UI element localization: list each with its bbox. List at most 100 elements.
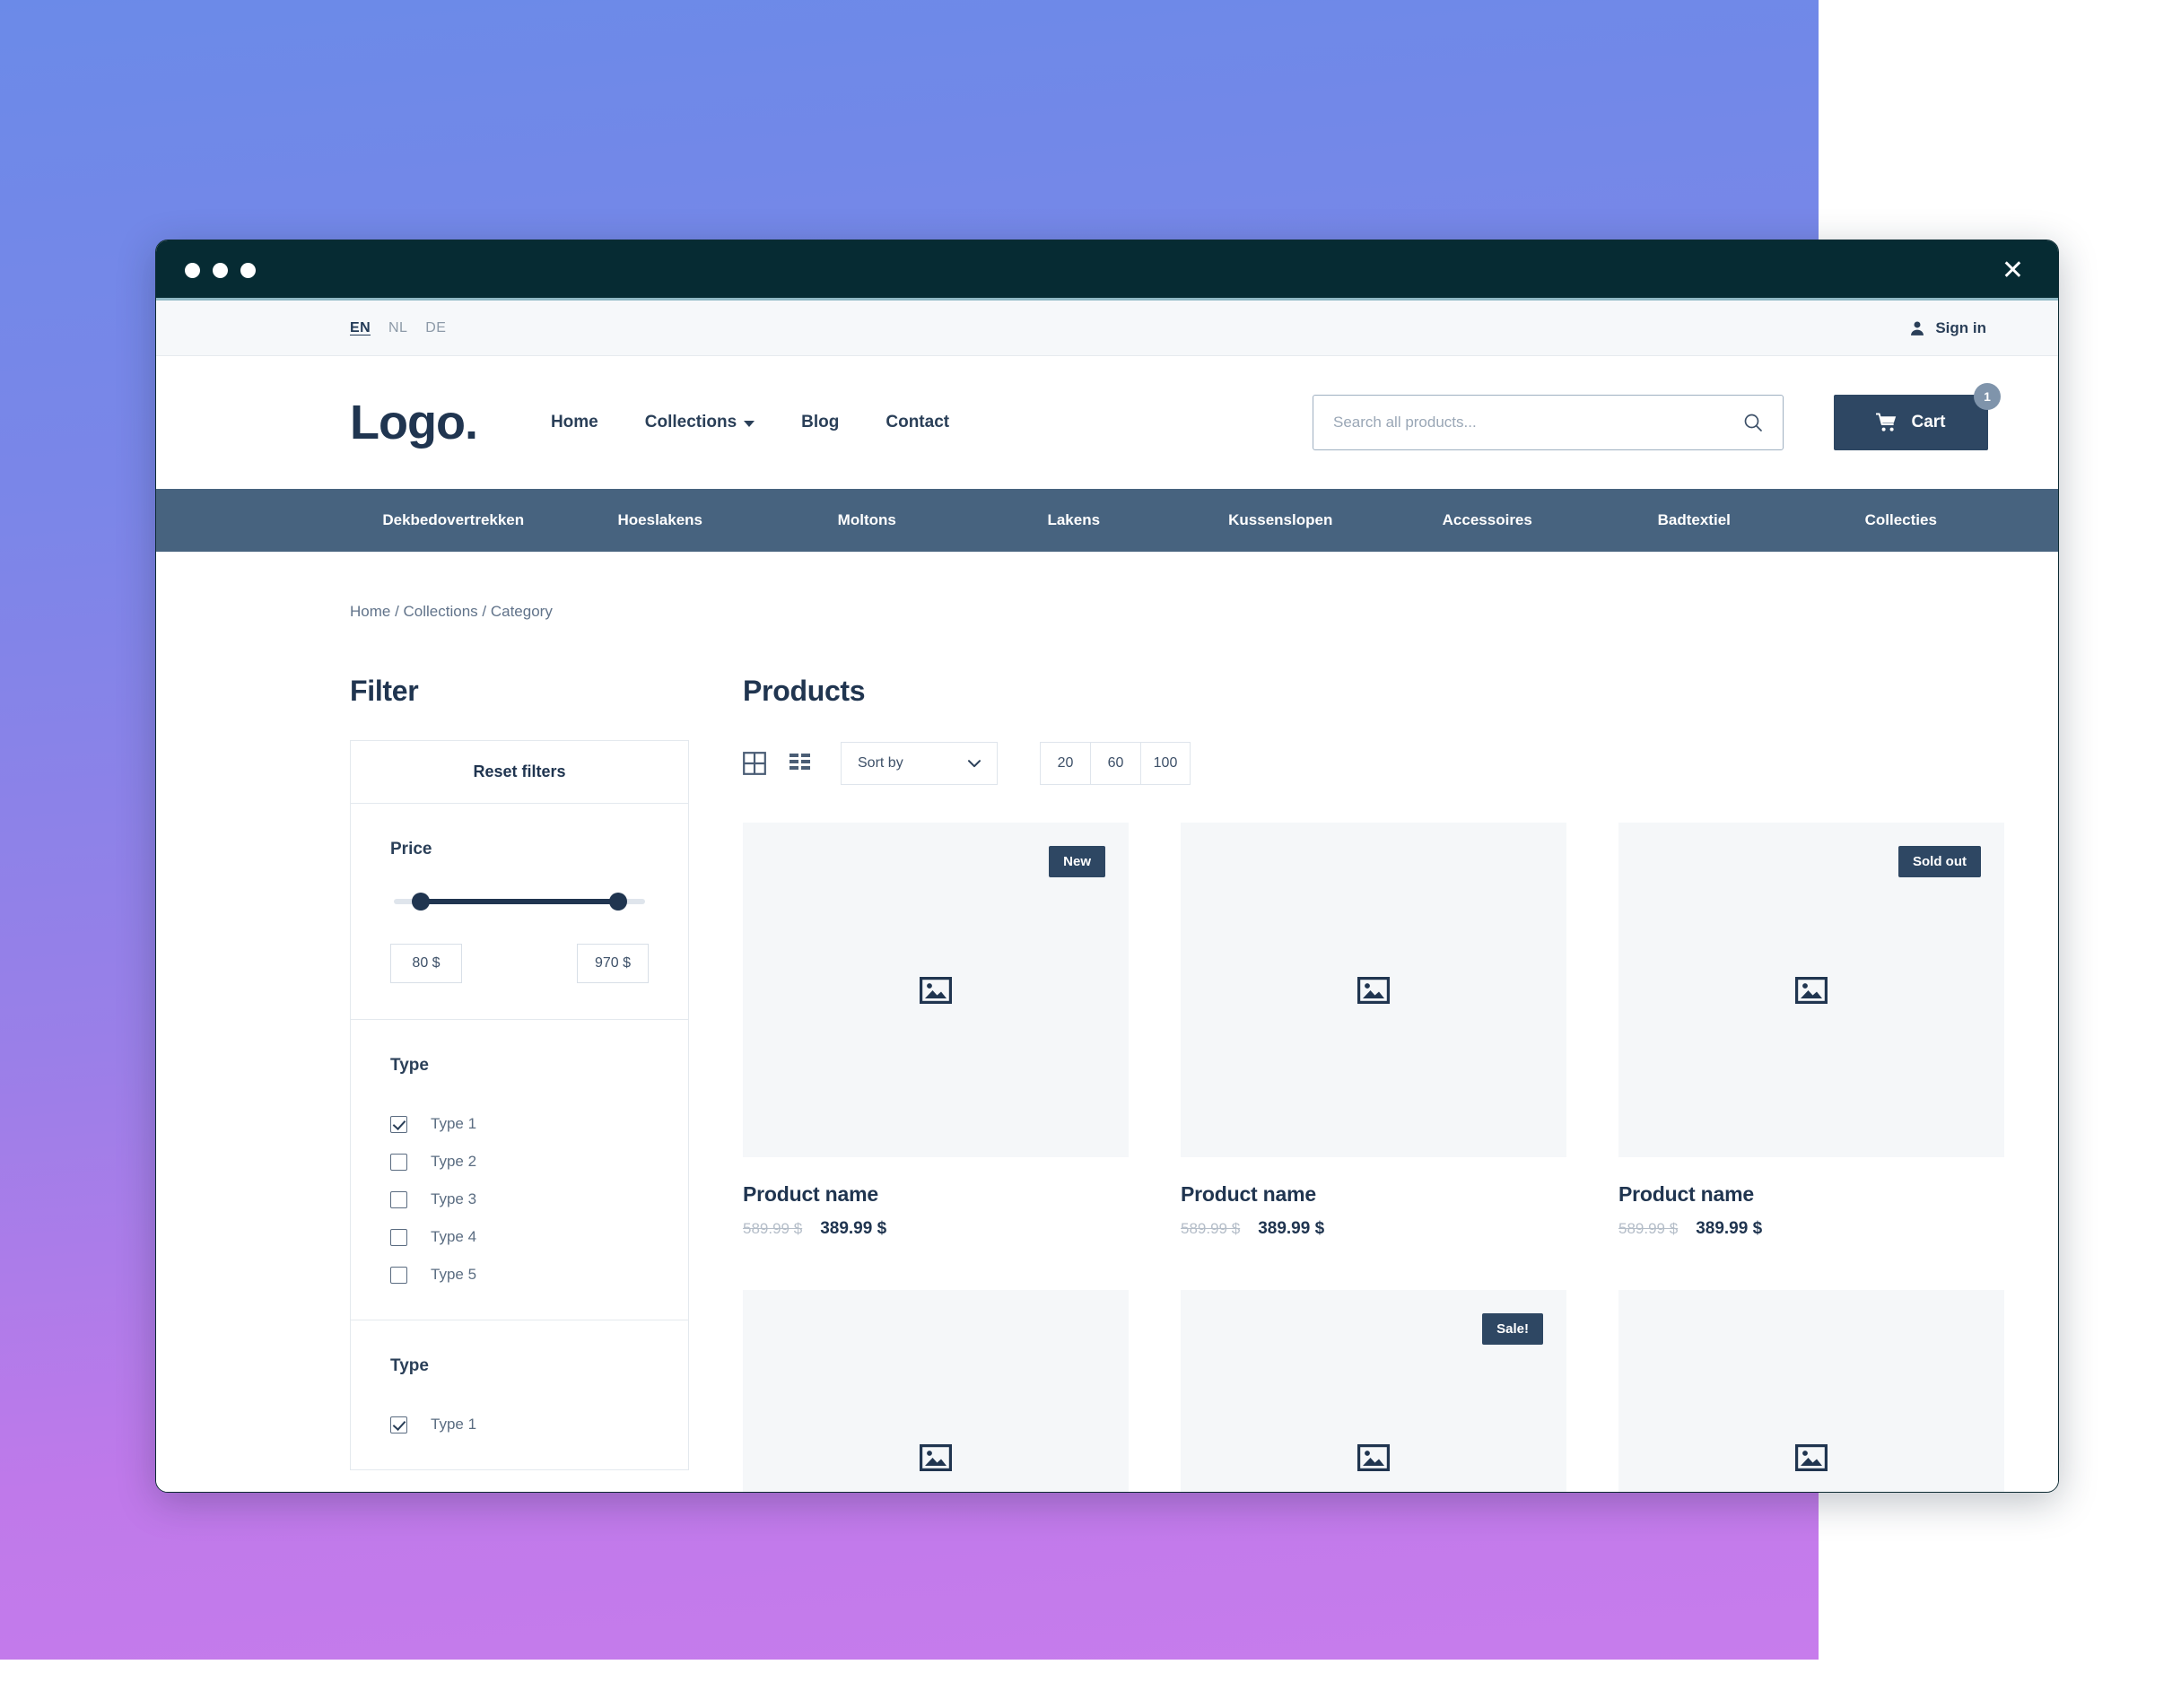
content-row: Filter Reset filters Price 80 $ 970 $ Ty… <box>350 675 2058 1492</box>
category-item-dekbedovertrekken[interactable]: Dekbedovertrekken <box>350 511 557 529</box>
checkbox-icon[interactable] <box>390 1115 407 1133</box>
filter-option-type-1[interactable]: Type 1 <box>390 1115 649 1133</box>
type-filter-block-1: Type Type 1 Type 2 Type 3 Type 4 Type 5 <box>351 1020 688 1320</box>
price-max-field[interactable]: 970 $ <box>577 944 649 983</box>
filter-option-label: Type 1 <box>431 1416 477 1433</box>
checkbox-icon[interactable] <box>390 1228 407 1246</box>
filter-option-label: Type 1 <box>431 1115 477 1132</box>
product-card[interactable]: New Product name 589.99 $ 389.99 $ <box>743 823 1129 1239</box>
image-placeholder-icon <box>1795 1443 1828 1471</box>
search-box[interactable] <box>1313 395 1784 450</box>
checkbox-icon[interactable] <box>390 1153 407 1171</box>
language-nl[interactable]: NL <box>388 320 407 336</box>
per-page-group: 20 60 100 <box>1040 742 1191 785</box>
type-filter-title-2: Type <box>390 1356 429 1375</box>
window-dot-3[interactable] <box>240 263 256 278</box>
product-card[interactable]: Sale! Product name 589.99 $ 389.99 $ <box>1181 1290 1566 1492</box>
category-item-accessoires[interactable]: Accessoires <box>1384 511 1592 529</box>
window-titlebar: ✕ <box>156 240 2058 301</box>
product-new-price: 389.99 $ <box>820 1219 887 1238</box>
cart-wrapper: Cart 1 <box>1834 383 2001 450</box>
checkbox-icon[interactable] <box>390 1190 407 1208</box>
per-page-60[interactable]: 60 <box>1090 742 1140 785</box>
nav-item-blog-label: Blog <box>801 413 840 431</box>
products-section: Products Sort by 20 60 100 New Product n… <box>743 675 2058 1492</box>
image-placeholder-icon <box>920 1443 952 1471</box>
product-name[interactable]: Product name <box>1181 1182 1566 1207</box>
category-item-hoeslakens[interactable]: Hoeslakens <box>557 511 764 529</box>
product-card[interactable]: Product name 589.99 $ 389.99 $ <box>743 1290 1129 1492</box>
language-en[interactable]: EN <box>350 320 371 336</box>
product-badge: New <box>1049 846 1105 877</box>
product-card[interactable]: Product name 589.99 $ 389.99 $ <box>1618 1290 2004 1492</box>
product-old-price: 589.99 $ <box>1181 1220 1241 1237</box>
filter-option-type-2[interactable]: Type 2 <box>390 1153 649 1171</box>
site-logo[interactable]: Logo. <box>350 395 478 450</box>
category-nav: Dekbedovertrekken Hoeslakens Moltons Lak… <box>156 489 2058 552</box>
product-card[interactable]: Sold out Product name 589.99 $ 389.99 $ <box>1618 823 2004 1239</box>
nav-item-collections[interactable]: Collections <box>645 413 755 432</box>
product-thumbnail[interactable]: New <box>743 823 1129 1157</box>
filter-sidebar: Filter Reset filters Price 80 $ 970 $ Ty… <box>350 675 689 1492</box>
category-item-badtextiel[interactable]: Badtextiel <box>1591 511 1798 529</box>
product-badge: Sold out <box>1898 846 1981 877</box>
price-slider-min-handle[interactable] <box>411 893 430 911</box>
page-body: Home / Collections / Category Filter Res… <box>156 552 2058 1492</box>
product-card[interactable]: Product name 589.99 $ 389.99 $ <box>1181 823 1566 1239</box>
filter-option-type-5[interactable]: Type 5 <box>390 1266 649 1284</box>
products-toolbar: Sort by 20 60 100 <box>743 742 2004 785</box>
search-icon[interactable] <box>1743 413 1763 432</box>
language-de[interactable]: DE <box>425 320 446 336</box>
reset-filters-button[interactable]: Reset filters <box>351 741 688 803</box>
breadcrumb[interactable]: Home / Collections / Category <box>350 552 2058 621</box>
header-actions: Cart 1 <box>1313 383 2001 450</box>
window-dot-2[interactable] <box>213 263 228 278</box>
price-filter-title: Price <box>390 840 432 858</box>
filter-option-type-1-b[interactable]: Type 1 <box>390 1416 649 1434</box>
product-thumbnail[interactable]: Sold out <box>1618 823 2004 1157</box>
product-thumbnail[interactable] <box>1618 1290 2004 1492</box>
filter-option-label: Type 2 <box>431 1153 477 1170</box>
filter-card: Reset filters Price 80 $ 970 $ Type Type… <box>350 740 689 1470</box>
close-icon[interactable]: ✕ <box>1994 254 2031 288</box>
price-filter-block: Price 80 $ 970 $ <box>351 804 688 1020</box>
product-name[interactable]: Product name <box>743 1182 1129 1207</box>
window-dot-1[interactable] <box>185 263 200 278</box>
sort-by-select[interactable]: Sort by <box>841 742 998 785</box>
price-slider[interactable] <box>394 893 645 911</box>
nav-item-home-label: Home <box>550 413 598 431</box>
per-page-20[interactable]: 20 <box>1040 742 1090 785</box>
filter-option-label: Type 5 <box>431 1266 477 1283</box>
nav-item-home[interactable]: Home <box>551 413 598 432</box>
price-min-field[interactable]: 80 $ <box>390 944 462 983</box>
list-view-icon[interactable] <box>789 752 812 775</box>
product-prices: 589.99 $ 389.99 $ <box>1618 1219 2004 1239</box>
per-page-100[interactable]: 100 <box>1140 742 1191 785</box>
product-thumbnail[interactable] <box>743 1290 1129 1492</box>
product-new-price: 389.99 $ <box>1696 1219 1763 1238</box>
nav-item-collections-label: Collections <box>644 413 737 431</box>
search-input[interactable] <box>1333 414 1743 431</box>
product-name[interactable]: Product name <box>1618 1182 2004 1207</box>
category-item-lakens[interactable]: Lakens <box>971 511 1178 529</box>
product-prices: 589.99 $ 389.99 $ <box>1181 1219 1566 1239</box>
nav-item-blog[interactable]: Blog <box>801 413 839 432</box>
nav-item-contact[interactable]: Contact <box>885 413 949 432</box>
price-slider-max-handle[interactable] <box>609 893 628 911</box>
filter-option-type-4[interactable]: Type 4 <box>390 1228 649 1246</box>
sign-in-button[interactable]: Sign in <box>1909 319 1986 337</box>
product-thumbnail[interactable]: Sale! <box>1181 1290 1566 1492</box>
grid-view-icon[interactable] <box>743 752 766 775</box>
cart-button[interactable]: Cart <box>1834 395 1988 450</box>
filter-option-type-3[interactable]: Type 3 <box>390 1190 649 1208</box>
product-thumbnail[interactable] <box>1181 823 1566 1157</box>
category-item-kussenslopen[interactable]: Kussenslopen <box>1177 511 1384 529</box>
checkbox-icon[interactable] <box>390 1266 407 1284</box>
checkbox-icon[interactable] <box>390 1416 407 1434</box>
cart-count-badge: 1 <box>1974 383 2001 410</box>
filter-option-label: Type 4 <box>431 1228 477 1245</box>
price-inputs: 80 $ 970 $ <box>390 944 649 983</box>
product-old-price: 589.99 $ <box>1618 1220 1679 1237</box>
category-item-collecties[interactable]: Collecties <box>1798 511 2005 529</box>
category-item-moltons[interactable]: Moltons <box>763 511 971 529</box>
